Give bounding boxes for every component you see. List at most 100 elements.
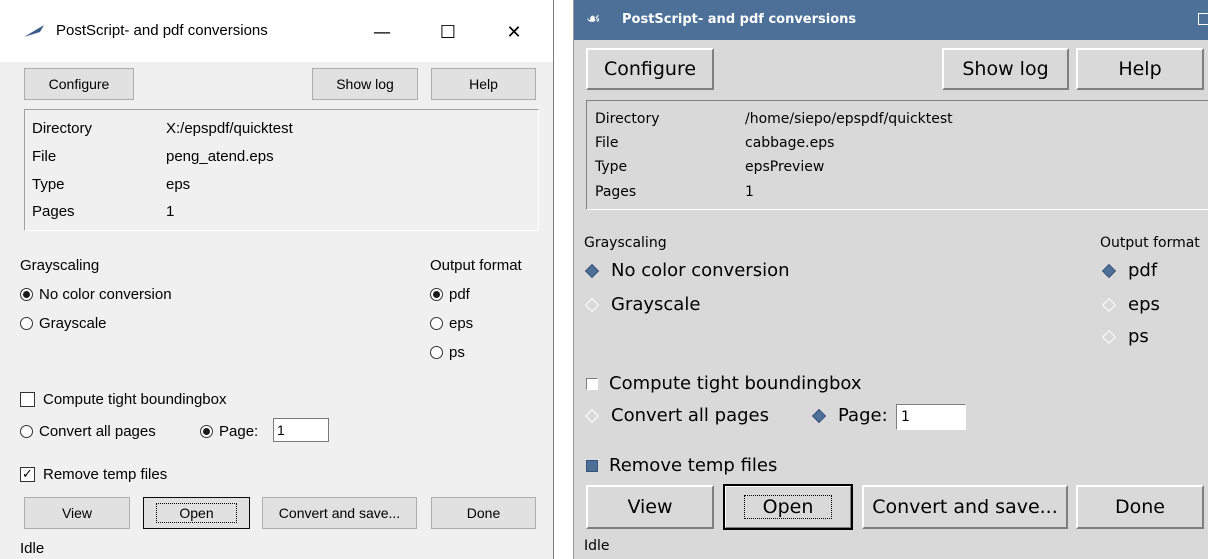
all-pages-option[interactable]: Convert all pages xyxy=(584,405,769,426)
close-icon[interactable]: ✕ xyxy=(494,14,534,50)
remove-temp-option[interactable]: ✓ Remove temp files xyxy=(20,466,167,483)
minimize-icon[interactable]: — xyxy=(362,14,402,50)
help-button[interactable]: Help xyxy=(1076,48,1204,90)
file-value: cabbage.eps xyxy=(745,135,835,151)
file-value: peng_atend.eps xyxy=(166,148,274,165)
pdf-option[interactable]: pdf xyxy=(1101,260,1158,281)
remove-temp-option[interactable]: Remove temp files xyxy=(586,455,777,476)
show-log-button[interactable]: Show log xyxy=(312,68,418,100)
directory-label: Directory xyxy=(32,120,93,137)
configure-button[interactable]: Configure xyxy=(24,68,134,100)
maximize-icon[interactable] xyxy=(1198,13,1208,25)
grayscale-radio[interactable] xyxy=(20,317,33,330)
show-log-button[interactable]: Show log xyxy=(942,48,1069,90)
type-value: epsPreview xyxy=(745,159,825,175)
window-title: PostScript- and pdf conversions xyxy=(622,12,857,27)
maximize-icon[interactable]: ☐ xyxy=(428,14,468,50)
ps-label: ps xyxy=(1128,326,1149,347)
page-input[interactable]: 1 xyxy=(896,404,966,430)
all-pages-label: Convert all pages xyxy=(39,423,156,440)
directory-value: X:/epspdf/quicktest xyxy=(166,120,293,137)
file-label: File xyxy=(595,135,619,151)
title-bar: PostScript- and pdf conversions — ☐ ✕ xyxy=(0,0,553,62)
help-button[interactable]: Help xyxy=(431,68,536,100)
bbox-checkbox[interactable] xyxy=(20,392,35,407)
page-label: Page: xyxy=(219,423,259,440)
pages-label: Pages xyxy=(32,203,75,220)
open-button[interactable]: Open xyxy=(143,497,250,529)
app-icon: ☙ xyxy=(586,9,601,28)
file-info-panel: Directory /home/siepo/epspdf/quicktest F… xyxy=(586,100,1208,210)
status-text: Idle xyxy=(584,538,610,554)
eps-option[interactable]: eps xyxy=(1101,294,1160,315)
grayscale-option[interactable]: Grayscale xyxy=(584,294,701,315)
page-label: Page: xyxy=(838,405,888,426)
page-radio[interactable] xyxy=(200,425,213,438)
remove-temp-label: Remove temp files xyxy=(609,455,778,476)
bbox-label: Compute tight boundingbox xyxy=(43,391,227,408)
bbox-option[interactable]: Compute tight boundingbox xyxy=(20,391,226,408)
windows-style-window: PostScript- and pdf conversions — ☐ ✕ Co… xyxy=(0,0,554,559)
no-color-radio[interactable] xyxy=(584,263,600,278)
done-button[interactable]: Done xyxy=(431,497,536,529)
bbox-option[interactable]: Compute tight boundingbox xyxy=(586,373,862,394)
all-pages-option[interactable]: Convert all pages xyxy=(20,423,156,440)
pdf-radio[interactable] xyxy=(430,288,443,301)
open-button-label: Open xyxy=(156,503,237,523)
page-option[interactable]: Page: xyxy=(200,423,258,440)
grayscaling-heading: Grayscaling xyxy=(20,257,100,274)
page-radio[interactable] xyxy=(811,408,827,423)
configure-button[interactable]: Configure xyxy=(586,48,714,90)
pages-value: 1 xyxy=(166,203,175,220)
file-info-panel: Directory X:/epspdf/quicktest File peng_… xyxy=(24,109,539,231)
bbox-checkbox[interactable] xyxy=(586,377,598,390)
ps-radio[interactable] xyxy=(1101,329,1117,344)
pdf-option[interactable]: pdf xyxy=(430,286,470,303)
pdf-label: pdf xyxy=(1128,260,1158,281)
directory-value: /home/siepo/epspdf/quicktest xyxy=(745,111,953,127)
no-color-radio[interactable] xyxy=(20,288,33,301)
ps-option[interactable]: ps xyxy=(430,344,465,361)
view-button[interactable]: View xyxy=(586,485,714,529)
grayscale-option[interactable]: Grayscale xyxy=(20,315,107,332)
page-input[interactable]: 1 xyxy=(273,418,329,442)
open-button[interactable]: Open xyxy=(723,484,853,530)
convert-save-button[interactable]: Convert and save... xyxy=(262,497,417,529)
title-bar: ☙ PostScript- and pdf conversions xyxy=(574,0,1208,40)
file-label: File xyxy=(32,148,57,165)
eps-label: eps xyxy=(1128,294,1160,315)
pages-label: Pages xyxy=(595,184,637,200)
pdf-radio[interactable] xyxy=(1101,263,1117,278)
directory-label: Directory xyxy=(595,111,660,127)
eps-radio[interactable] xyxy=(430,317,443,330)
done-button[interactable]: Done xyxy=(1076,485,1204,529)
all-pages-radio[interactable] xyxy=(20,425,33,438)
type-label: Type xyxy=(32,176,65,193)
remove-temp-checkbox[interactable] xyxy=(586,459,598,472)
remove-temp-checkbox[interactable]: ✓ xyxy=(20,467,35,482)
grayscale-label: Grayscale xyxy=(39,315,107,332)
page-option[interactable]: Page: xyxy=(811,405,888,426)
view-button[interactable]: View xyxy=(24,497,130,529)
no-color-option[interactable]: No color conversion xyxy=(584,260,790,281)
grayscale-radio[interactable] xyxy=(584,297,600,312)
open-button-label: Open xyxy=(743,495,833,519)
all-pages-radio[interactable] xyxy=(584,408,600,423)
remove-temp-label: Remove temp files xyxy=(43,466,168,483)
eps-radio[interactable] xyxy=(1101,297,1117,312)
convert-save-button[interactable]: Convert and save... xyxy=(862,485,1068,529)
ps-radio[interactable] xyxy=(430,346,443,359)
pdf-label: pdf xyxy=(449,286,470,303)
grayscale-label: Grayscale xyxy=(611,294,701,315)
no-color-label: No color conversion xyxy=(39,286,172,303)
feather-icon xyxy=(24,25,44,37)
eps-label: eps xyxy=(449,315,474,332)
no-color-label: No color conversion xyxy=(611,260,790,281)
tk-style-window: ☙ PostScript- and pdf conversions Config… xyxy=(573,0,1208,559)
ps-option[interactable]: ps xyxy=(1101,326,1149,347)
grayscaling-heading: Grayscaling xyxy=(584,235,667,251)
eps-option[interactable]: eps xyxy=(430,315,473,332)
no-color-option[interactable]: No color conversion xyxy=(20,286,172,303)
all-pages-label: Convert all pages xyxy=(611,405,769,426)
ps-label: ps xyxy=(449,344,465,361)
